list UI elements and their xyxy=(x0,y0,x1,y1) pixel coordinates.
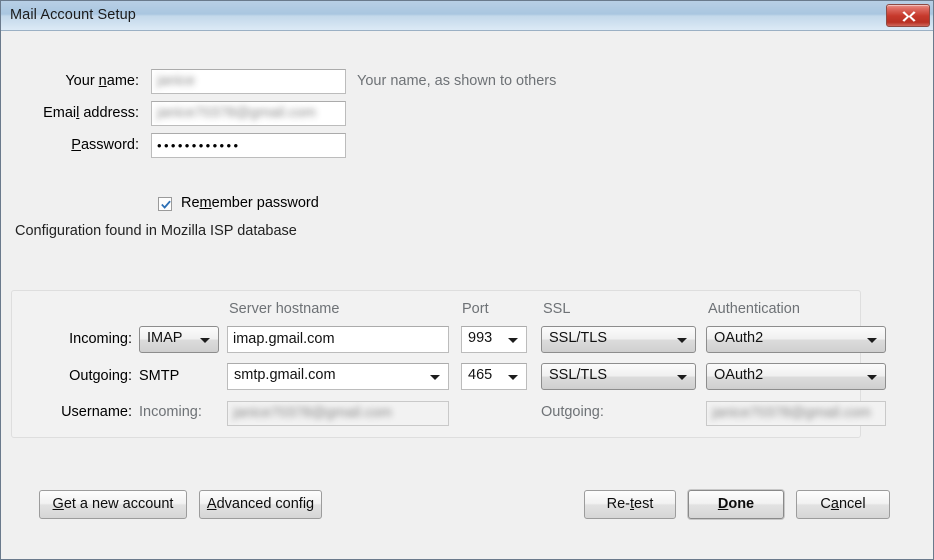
your-name-input[interactable]: janice xyxy=(151,69,346,94)
mail-account-setup-dialog: Mail Account Setup Your name: janice You… xyxy=(0,0,934,560)
chevron-down-icon xyxy=(867,338,877,343)
column-header-auth: Authentication xyxy=(708,301,800,317)
outgoing-auth-value: OAuth2 xyxy=(714,367,764,383)
incoming-ssl-dropdown[interactable]: SSL/TLS xyxy=(541,326,696,353)
username-outgoing-value: janice70378@gmail.com xyxy=(712,405,871,421)
title-bar[interactable]: Mail Account Setup xyxy=(1,1,933,31)
password-label: Password: xyxy=(71,137,139,153)
advanced-config-button[interactable]: Advanced config xyxy=(199,490,322,519)
outgoing-auth-dropdown[interactable]: OAuth2 xyxy=(706,363,886,390)
username-outgoing-input[interactable]: janice70378@gmail.com xyxy=(706,401,886,426)
your-name-label: Your name: xyxy=(65,73,139,89)
username-incoming-input[interactable]: janice70378@gmail.com xyxy=(227,401,449,426)
your-name-value: janice xyxy=(157,73,195,89)
incoming-auth-value: OAuth2 xyxy=(714,330,764,346)
email-address-label: Email address: xyxy=(43,105,139,121)
username-incoming-value: janice70378@gmail.com xyxy=(233,405,392,421)
incoming-auth-dropdown[interactable]: OAuth2 xyxy=(706,326,886,353)
your-name-hint: Your name, as shown to others xyxy=(357,73,557,89)
window-title: Mail Account Setup xyxy=(10,7,136,23)
incoming-port-value: 993 xyxy=(468,330,493,346)
outgoing-ssl-value: SSL/TLS xyxy=(549,367,608,383)
email-address-input[interactable]: janice70378@gmail.com xyxy=(151,101,346,126)
outgoing-hostname-combo[interactable]: smtp.gmail.com xyxy=(227,363,449,390)
username-incoming-label: Incoming: xyxy=(139,404,202,420)
config-status-text: Configuration found in Mozilla ISP datab… xyxy=(15,223,297,239)
chevron-down-icon xyxy=(508,338,518,343)
get-a-new-account-button[interactable]: Get a new account xyxy=(39,490,187,519)
incoming-ssl-value: SSL/TLS xyxy=(549,330,608,346)
incoming-row-label: Incoming: xyxy=(69,331,132,347)
incoming-hostname-input[interactable]: imap.gmail.com xyxy=(227,326,449,353)
incoming-protocol-dropdown[interactable]: IMAP xyxy=(139,326,219,353)
incoming-protocol-value: IMAP xyxy=(147,330,183,346)
column-header-hostname: Server hostname xyxy=(229,301,340,317)
close-button[interactable] xyxy=(886,4,930,27)
chevron-down-icon xyxy=(867,375,877,380)
server-settings-panel: Server hostname Port SSL Authentication … xyxy=(11,290,886,438)
chevron-down-icon xyxy=(200,338,210,343)
incoming-port-combo[interactable]: 993 xyxy=(461,326,527,353)
username-outgoing-label: Outgoing: xyxy=(541,404,604,420)
chevron-down-icon xyxy=(430,375,440,380)
outgoing-row-label: Outgoing: xyxy=(69,368,132,384)
re-test-button[interactable]: Re-test xyxy=(584,490,676,519)
dialog-body: Your name: janice Your name, as shown to… xyxy=(1,31,933,559)
done-button[interactable]: Done xyxy=(688,490,784,519)
chevron-down-icon xyxy=(508,375,518,380)
outgoing-hostname-value: smtp.gmail.com xyxy=(234,367,336,383)
remember-password-label: Remember password xyxy=(181,195,319,211)
cancel-button[interactable]: Cancel xyxy=(796,490,890,519)
password-value: •••••••••••• xyxy=(157,138,241,153)
outgoing-port-combo[interactable]: 465 xyxy=(461,363,527,390)
incoming-hostname-value: imap.gmail.com xyxy=(233,331,335,347)
email-address-value: janice70378@gmail.com xyxy=(157,105,316,121)
chevron-down-icon xyxy=(677,338,687,343)
outgoing-ssl-dropdown[interactable]: SSL/TLS xyxy=(541,363,696,390)
remember-password-checkbox[interactable] xyxy=(158,197,172,211)
username-row-label: Username: xyxy=(61,404,132,420)
password-input[interactable]: •••••••••••• xyxy=(151,133,346,158)
outgoing-port-value: 465 xyxy=(468,367,493,383)
outgoing-protocol-value: SMTP xyxy=(139,368,180,384)
chevron-down-icon xyxy=(677,375,687,380)
column-header-ssl: SSL xyxy=(543,301,571,317)
column-header-port: Port xyxy=(462,301,489,317)
